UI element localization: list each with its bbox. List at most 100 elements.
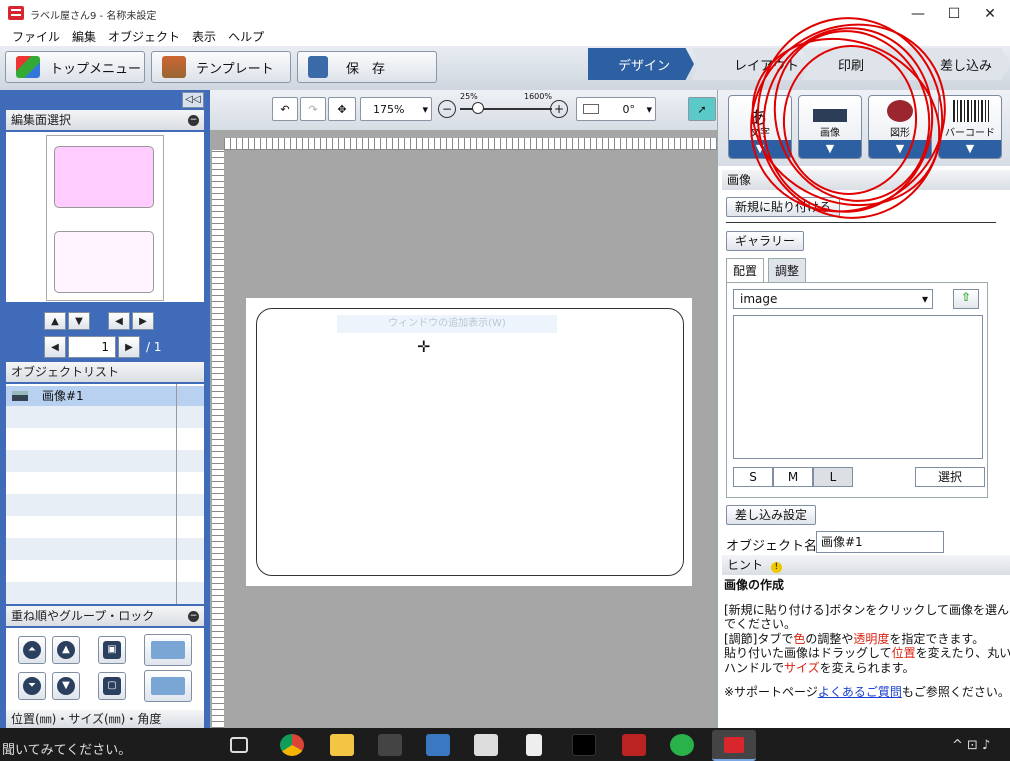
- select-button[interactable]: 選択: [915, 467, 985, 487]
- faq-link[interactable]: よくあるご質問: [818, 685, 902, 699]
- object-name-input[interactable]: 画像#1: [816, 531, 944, 553]
- menu-object[interactable]: オブジェクト: [102, 28, 186, 46]
- left-panel: ◁◁ 編集面選択 − ▲ ▼ ◀ ▶ ◀ 1 ▶ / 1 オブジェクトリスト 画…: [0, 90, 210, 728]
- bring-forward-button[interactable]: ▲: [52, 636, 80, 664]
- lock-button[interactable]: ▣: [98, 636, 126, 664]
- nav-up-button[interactable]: ▲: [44, 312, 66, 330]
- snipping-tool-icon[interactable]: [474, 734, 498, 756]
- tab-body: image ▾ ⇧ S M L 選択: [726, 282, 988, 498]
- template-button[interactable]: テンプレート: [151, 51, 291, 83]
- fit-view-button[interactable]: ✥: [328, 97, 356, 121]
- cube-icon: [16, 56, 40, 78]
- unlock-button[interactable]: ▢: [98, 672, 126, 700]
- page-total: / 1: [146, 340, 162, 354]
- group-icon: [151, 641, 185, 659]
- hint-heading: 画像の作成: [724, 578, 785, 592]
- red-scribble-annotation: [750, 17, 946, 219]
- group-button[interactable]: [144, 634, 192, 666]
- system-tray-icons[interactable]: ^ ⊡ ♪: [952, 738, 990, 753]
- canvas-toolbar: ↶ ↷ ✥ 175% ▾ − 25% 1600% + 0° ▾ ➚: [210, 90, 717, 130]
- nav-down-button[interactable]: ▼: [68, 312, 90, 330]
- list-item[interactable]: 画像#1: [6, 386, 204, 406]
- redo-button[interactable]: ↷: [300, 97, 326, 121]
- folder-up-icon[interactable]: ⇧: [953, 289, 979, 309]
- size-l-button[interactable]: L: [813, 467, 853, 487]
- send-to-back-button[interactable]: ⏷: [18, 672, 46, 700]
- collapse-panel-icon[interactable]: ◁◁: [182, 92, 204, 108]
- bring-to-front-button[interactable]: ⏶: [18, 636, 46, 664]
- filezilla-icon[interactable]: [622, 734, 646, 756]
- backward-icon: ▼: [57, 677, 75, 695]
- tab-placement[interactable]: 配置: [726, 258, 765, 282]
- page-prev-button[interactable]: ◀: [44, 336, 66, 358]
- object-list-header: オブジェクトリスト: [6, 362, 204, 382]
- tab-adjust[interactable]: 調整: [768, 258, 807, 282]
- label-thumbnail-selected[interactable]: [54, 146, 154, 208]
- back-icon: ⏷: [23, 677, 41, 695]
- angle-select[interactable]: 0° ▾: [576, 97, 656, 121]
- media-player-icon[interactable]: [426, 734, 450, 756]
- save-disk-icon: [308, 56, 328, 78]
- line-icon[interactable]: [670, 734, 694, 756]
- image-source-select[interactable]: image ▾: [733, 289, 933, 309]
- explorer-icon[interactable]: [330, 734, 354, 756]
- collapse-minus-icon[interactable]: −: [188, 115, 199, 126]
- merge-settings-button[interactable]: 差し込み設定: [726, 505, 817, 525]
- size-m-button[interactable]: M: [773, 467, 813, 487]
- terminal-icon[interactable]: [572, 734, 596, 756]
- zoom-select[interactable]: 175% ▾: [360, 97, 432, 121]
- hint-text: [調節]タブで色の調整や透明度を指定できます。: [724, 631, 985, 646]
- top-menu-button[interactable]: トップメニュー: [5, 51, 145, 83]
- tab-design[interactable]: デザイン: [588, 48, 694, 80]
- undo-button[interactable]: ↶: [272, 97, 298, 121]
- nav-right-button[interactable]: ▶: [132, 312, 154, 330]
- menu-edit[interactable]: 編集: [66, 28, 102, 46]
- grouping-title: 重ね順やグループ・ロック: [11, 609, 155, 623]
- hint-title: ヒント: [727, 558, 764, 572]
- menu-view[interactable]: 表示: [186, 28, 222, 46]
- object-name-label: オブジェクト名: [726, 539, 818, 554]
- size-s-button[interactable]: S: [733, 467, 773, 487]
- vertical-ruler: [212, 150, 224, 728]
- position-size-header: 位置(㎜)・サイズ(㎜)・角度: [6, 710, 204, 728]
- page-number-input[interactable]: 1: [68, 336, 116, 358]
- page-next-button[interactable]: ▶: [118, 336, 140, 358]
- zoom-slider-handle[interactable]: [472, 102, 484, 114]
- save-button[interactable]: 保 存: [297, 51, 437, 83]
- hint-text: 貼り付いた画像はドラッグして位置を変えたり、丸い: [724, 646, 1010, 660]
- send-backward-button[interactable]: ▼: [52, 672, 80, 700]
- hint-text: ※サポートページよくあるご質問もご参照ください。: [724, 685, 1010, 699]
- label-thumbnail[interactable]: [54, 231, 154, 293]
- collapse-minus-icon[interactable]: −: [188, 611, 199, 622]
- document-icon[interactable]: [526, 734, 542, 756]
- zoom-min-label: 25%: [460, 92, 478, 101]
- preview-sheet: [46, 135, 164, 301]
- hint-text: ハンドルでサイズを変えられます。: [724, 660, 915, 675]
- front-icon: ⏶: [23, 641, 41, 659]
- chrome-icon[interactable]: [280, 734, 304, 756]
- undo-icon: ↶: [280, 102, 290, 116]
- menu-help[interactable]: ヘルプ: [222, 28, 270, 46]
- horizontal-ruler: [224, 138, 717, 150]
- label-outline[interactable]: ウィンドウの追加表示(W) ✛: [256, 308, 684, 576]
- window-title: ラベル屋さん9 - 名称未設定: [30, 11, 157, 22]
- forward-icon: ▲: [57, 641, 75, 659]
- menu-file[interactable]: ファイル: [6, 28, 66, 46]
- tab-design-label: デザイン: [618, 58, 671, 74]
- taskbar-search[interactable]: 聞いてみてください。: [2, 739, 131, 758]
- unlock-icon: ▢: [103, 677, 121, 695]
- object-item-label: 画像#1: [42, 389, 84, 403]
- hint-body: 画像の作成 [新規に貼り付ける]ボタンをクリックして画像を選ん でください。 […: [724, 578, 1010, 700]
- select-tool-button[interactable]: ➚: [688, 97, 716, 121]
- store-icon[interactable]: [378, 734, 402, 756]
- zoom-in-icon[interactable]: +: [550, 100, 568, 118]
- label-canvas[interactable]: ウィンドウの追加表示(W) ✛: [246, 298, 692, 586]
- zoom-max-label: 1600%: [524, 92, 552, 101]
- ungroup-button[interactable]: [144, 670, 192, 702]
- angle-value: 0°: [622, 102, 636, 116]
- nav-left-button[interactable]: ◀: [108, 312, 130, 330]
- zoom-out-icon[interactable]: −: [438, 100, 456, 118]
- image-icon: [12, 391, 28, 401]
- task-view-icon[interactable]: [230, 737, 248, 753]
- image-list[interactable]: [733, 315, 983, 459]
